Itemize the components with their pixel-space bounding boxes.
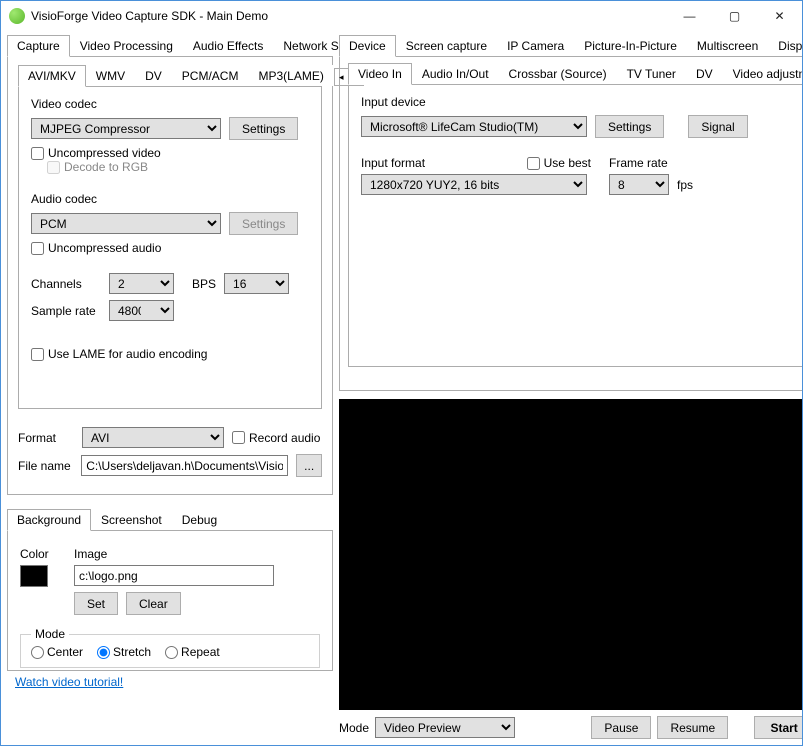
uncompressed-video-checkbox[interactable]: Uncompressed video [31, 146, 309, 160]
tab-mp3-lame[interactable]: MP3(LAME) [248, 65, 333, 86]
right-main-tabs: Device Screen capture IP Camera Picture-… [339, 35, 802, 57]
device-sub-tabs: Video In Audio In/Out Crossbar (Source) … [348, 63, 802, 85]
audio-codec-label: Audio codec [31, 192, 309, 206]
sample-rate-select[interactable]: 48000 [109, 300, 174, 321]
subtab-scroll-left-icon[interactable]: ◂ [334, 68, 349, 86]
bg-tabs: Background Screenshot Debug [7, 509, 333, 531]
resume-button[interactable]: Resume [657, 716, 728, 739]
tab-multiscreen[interactable]: Multiscreen [687, 35, 768, 56]
decode-rgb-checkbox: Decode to RGB [47, 160, 309, 174]
tab-capture[interactable]: Capture [7, 35, 70, 57]
mode-label: Mode [339, 721, 369, 735]
input-format-label: Input format [361, 156, 425, 170]
tab-video-processing[interactable]: Video Processing [70, 35, 183, 56]
file-name-input[interactable] [81, 455, 288, 476]
minimize-button[interactable]: — [667, 2, 712, 31]
tab-screenshot[interactable]: Screenshot [91, 509, 172, 530]
pause-button[interactable]: Pause [591, 716, 651, 739]
browse-button[interactable]: ... [296, 454, 322, 477]
fps-label: fps [677, 178, 693, 192]
format-select[interactable]: AVI [82, 427, 224, 448]
color-label: Color [20, 547, 66, 561]
tab-avi-mkv[interactable]: AVI/MKV [18, 65, 86, 87]
video-codec-settings-button[interactable]: Settings [229, 117, 298, 140]
tab-screen-capture[interactable]: Screen capture [396, 35, 497, 56]
audio-codec-select[interactable]: PCM [31, 213, 221, 234]
audio-codec-settings-button: Settings [229, 212, 298, 235]
maximize-button[interactable]: ▢ [712, 2, 757, 31]
frame-rate-label: Frame rate [609, 156, 693, 170]
format-label: Format [18, 431, 74, 445]
tab-dv2[interactable]: DV [686, 63, 723, 84]
tab-pip[interactable]: Picture-In-Picture [574, 35, 687, 56]
input-device-label: Input device [361, 95, 802, 109]
titlebar: VisioForge Video Capture SDK - Main Demo… [1, 1, 802, 31]
left-main-tabs: Capture Video Processing Audio Effects N… [7, 35, 333, 57]
tab-crossbar[interactable]: Crossbar (Source) [499, 63, 617, 84]
record-audio-checkbox[interactable]: Record audio [232, 431, 320, 445]
tab-dv[interactable]: DV [135, 65, 172, 86]
tab-debug[interactable]: Debug [172, 509, 227, 530]
mode-fieldset: Mode Center Stretch Repeat [20, 627, 320, 668]
video-preview [339, 399, 802, 710]
mode-select[interactable]: Video Preview [375, 717, 515, 738]
uncompressed-audio-checkbox[interactable]: Uncompressed audio [31, 241, 309, 255]
start-button[interactable]: Start [754, 716, 802, 739]
channels-select[interactable]: 2 [109, 273, 174, 294]
sample-rate-label: Sample rate [31, 304, 101, 318]
channels-label: Channels [31, 277, 101, 291]
app-icon [9, 8, 25, 24]
bg-clear-button[interactable]: Clear [126, 592, 181, 615]
bg-set-button[interactable]: Set [74, 592, 118, 615]
tab-audio-in-out[interactable]: Audio In/Out [412, 63, 499, 84]
tutorial-link[interactable]: Watch video tutorial! [15, 675, 123, 689]
use-lame-checkbox[interactable]: Use LAME for audio encoding [31, 347, 309, 361]
device-settings-button[interactable]: Settings [595, 115, 664, 138]
image-label: Image [74, 547, 320, 561]
tab-background[interactable]: Background [7, 509, 91, 531]
tab-pcm-acm[interactable]: PCM/ACM [172, 65, 249, 86]
mode-repeat-radio[interactable]: Repeat [165, 645, 220, 659]
file-name-label: File name [18, 459, 73, 473]
device-signal-button[interactable]: Signal [688, 115, 747, 138]
tab-tv-tuner[interactable]: TV Tuner [617, 63, 686, 84]
use-best-checkbox[interactable]: Use best [527, 156, 591, 170]
bps-label: BPS [192, 277, 216, 291]
input-format-select[interactable]: 1280x720 YUY2, 16 bits [361, 174, 587, 195]
close-button[interactable]: ✕ [757, 2, 802, 31]
input-device-select[interactable]: Microsoft® LifeCam Studio(TM) [361, 116, 587, 137]
window-title: VisioForge Video Capture SDK - Main Demo [31, 9, 667, 23]
video-codec-label: Video codec [31, 97, 309, 111]
tab-audio-effects[interactable]: Audio Effects [183, 35, 274, 56]
frame-rate-select[interactable]: 8 [609, 174, 669, 195]
mode-center-radio[interactable]: Center [31, 645, 83, 659]
bps-select[interactable]: 16 [224, 273, 289, 294]
mode-legend: Mode [31, 627, 69, 641]
tab-ip-camera[interactable]: IP Camera [497, 35, 574, 56]
video-codec-select[interactable]: MJPEG Compressor [31, 118, 221, 139]
tab-video-adjustments[interactable]: Video adjustments [723, 63, 802, 84]
tab-video-in[interactable]: Video In [348, 63, 412, 85]
capture-sub-tabs: AVI/MKV WMV DV PCM/ACM MP3(LAME) ◂ ▸ [18, 65, 322, 87]
tab-display[interactable]: Display [768, 35, 802, 56]
color-swatch[interactable] [20, 565, 48, 587]
tab-device[interactable]: Device [339, 35, 396, 57]
image-path-input[interactable] [74, 565, 274, 586]
mode-stretch-radio[interactable]: Stretch [97, 645, 151, 659]
tab-wmv[interactable]: WMV [86, 65, 135, 86]
